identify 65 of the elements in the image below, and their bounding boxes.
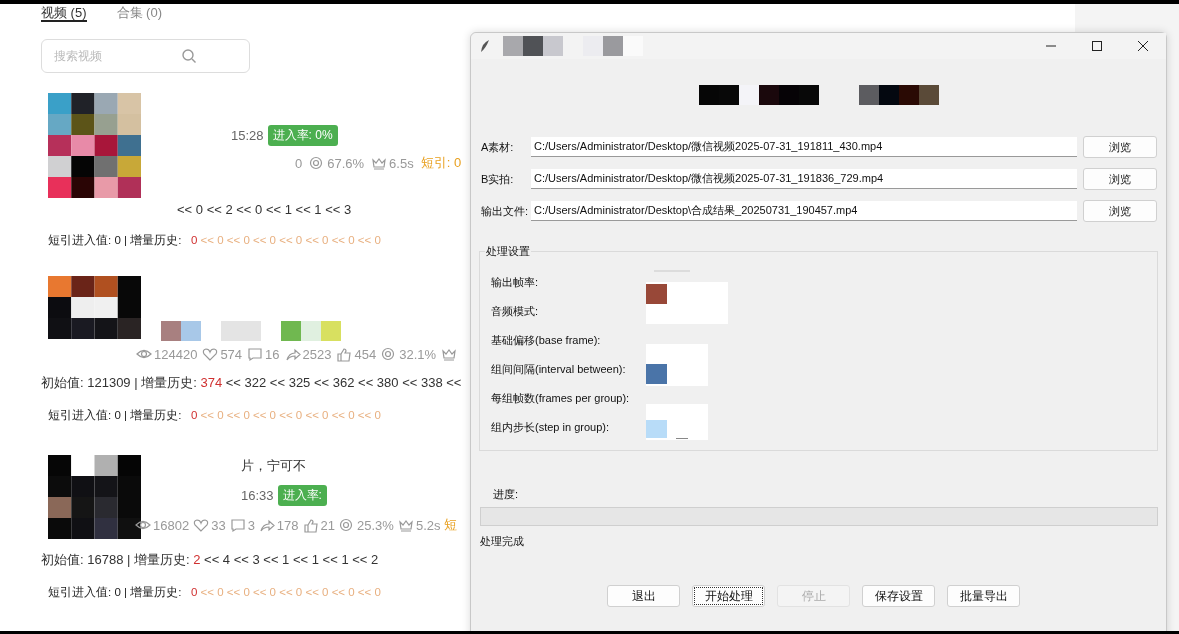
short-history-line: 短引进入值: 0 | 增量历史: 0 << 0 << 0 << 0 << 0 << 0 << 0 << 0	[47, 233, 382, 248]
short-count: 短引: 0	[420, 154, 462, 172]
share-icon	[258, 517, 275, 533]
setting-label: 组间间隔(interval between):	[491, 362, 627, 377]
field-label: 输出文件:	[481, 203, 530, 219]
short-history-line: 短引进入值: 0 | 增量历史: 0 << 0 << 0 << 0 << 0 << 0 << 0 << 0	[47, 585, 382, 600]
stat-value: 2523	[302, 347, 332, 362]
video-title: 片，宁可不	[240, 457, 307, 475]
stat-value: 32.1%	[399, 347, 437, 362]
stat-value: 454	[354, 347, 377, 362]
comment-icon	[247, 347, 264, 362]
publish-time: 16:33	[241, 488, 274, 503]
tab[interactable]: 合集 (0)	[116, 5, 162, 22]
field-label: B实拍:	[481, 171, 515, 187]
stat-value: 0	[295, 155, 303, 171]
stat-value: 67.6%	[327, 155, 365, 171]
path-field[interactable]: C:/Users/Administrator/Desktop\合成结果_20250731_190457.mp4	[531, 201, 1077, 221]
stat-value: 574	[220, 347, 243, 362]
search-field[interactable]: 搜索视频	[41, 39, 250, 73]
thumbs-up-icon	[336, 347, 353, 362]
search-icon	[181, 48, 197, 64]
stat-value: 124420	[154, 347, 198, 362]
history-line: << 0 << 2 << 0 << 1 << 1 << 3	[176, 202, 353, 217]
field-label: A素材:	[481, 139, 515, 155]
dialog-button[interactable]: 退出	[607, 585, 680, 607]
browse-button[interactable]: 浏览	[1083, 200, 1157, 222]
share-icon	[284, 347, 301, 362]
dialog-button[interactable]: 批量导出	[947, 585, 1020, 607]
tab[interactable]: 视频 (5)	[41, 5, 87, 22]
stat-value: 25.3%	[357, 517, 394, 533]
heart-icon	[193, 517, 210, 533]
stat-value: 178	[276, 517, 299, 533]
dialog-button[interactable]: 开始处理	[692, 585, 765, 607]
path-field[interactable]: C:/Users/Administrator/Desktop/微信视频2025-07-31_191811_430.mp4	[531, 137, 1077, 157]
publish-time: 15:28	[231, 128, 264, 143]
setting-label: 音频模式:	[491, 304, 540, 319]
setting-label: 基础偏移(base frame):	[491, 333, 602, 348]
crown-icon	[441, 347, 458, 362]
progress-label: 进度:	[493, 487, 520, 502]
comment-icon	[229, 517, 246, 533]
short-history-line: 短引进入值: 0 | 增量历史: 0 << 0 << 0 << 0 << 0 << 0 << 0 << 0	[47, 408, 382, 423]
thumbs-up-icon	[302, 517, 319, 533]
stat-value: 5.2s	[415, 517, 441, 533]
history-line: 初始值: 16788 | 增量历史: 2 << 4 << 3 << 1 << 1 << 1 << 2	[41, 551, 380, 569]
group-title: 处理设置	[485, 244, 531, 259]
setting-label: 每组帧数(frames per group):	[491, 391, 631, 406]
browse-button[interactable]: 浏览	[1083, 168, 1157, 190]
stat-value: 16	[265, 347, 280, 362]
stat-value: 16802	[153, 517, 190, 533]
entry-rate-badge: 进入率: 0%	[267, 125, 338, 146]
dialog-button[interactable]: 保存设置	[862, 585, 935, 607]
stat-value: 21	[320, 517, 336, 533]
history-line: 初始值: 121309 | 增量历史: 374 << 322 << 325 << 362 << 380 << 338 <<	[41, 374, 463, 392]
short-count: 短	[444, 516, 458, 534]
feather-icon	[479, 39, 491, 53]
stat-value: 33	[211, 517, 226, 533]
setting-label: 组内步长(step in group):	[491, 420, 610, 435]
path-field[interactable]: C:/Users/Administrator/Desktop/微信视频2025-07-31_191836_729.mp4	[531, 169, 1077, 189]
status-text: 处理完成	[480, 534, 525, 549]
stat-value: 3	[247, 517, 255, 533]
setting-label: 输出帧率:	[491, 275, 540, 290]
heart-icon	[202, 347, 219, 362]
entry-rate-badge: 进入率:	[277, 485, 327, 506]
browse-button[interactable]: 浏览	[1083, 136, 1157, 158]
stat-value: 6.5s	[389, 155, 414, 171]
